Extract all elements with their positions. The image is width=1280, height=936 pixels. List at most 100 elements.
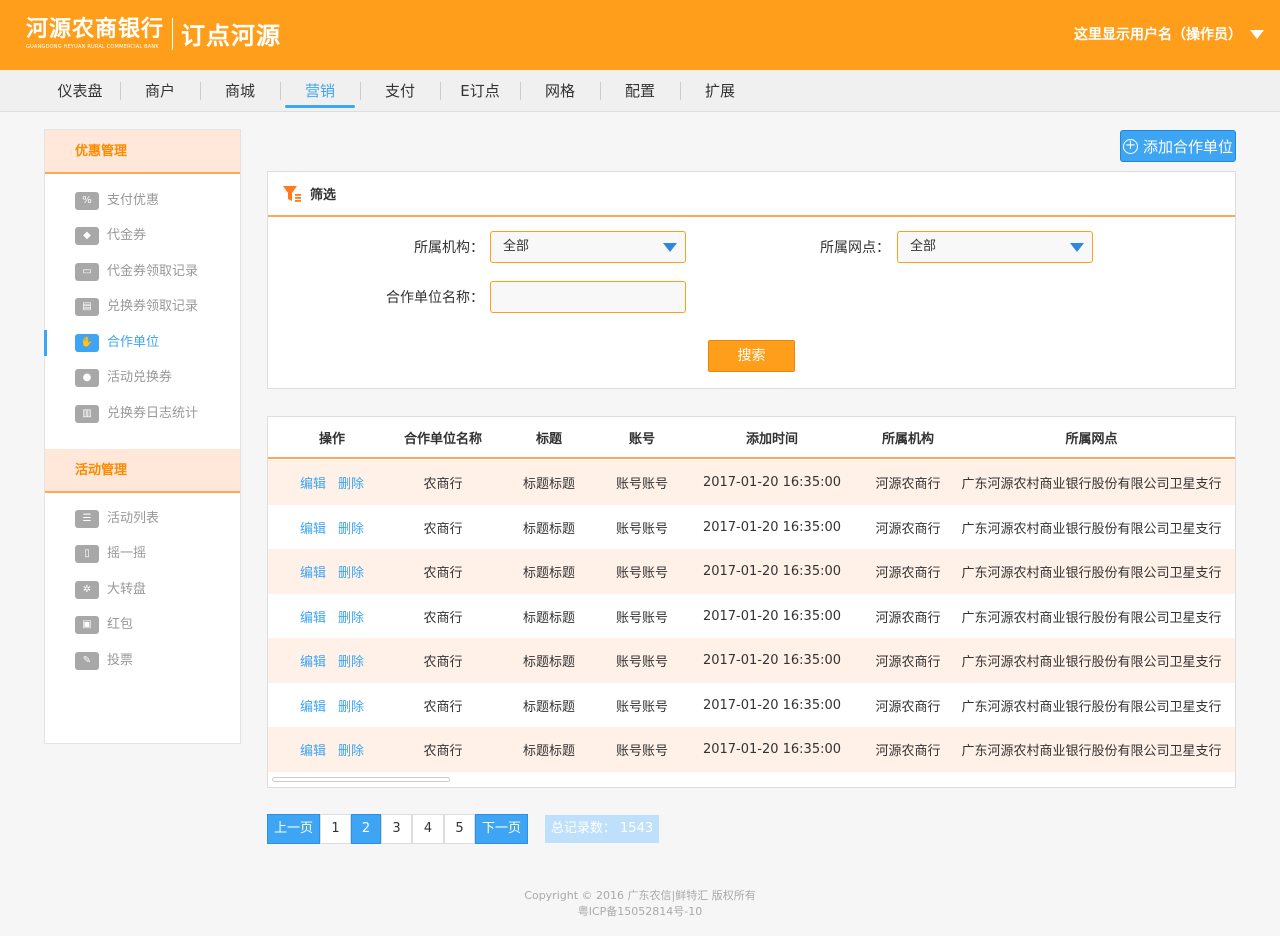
- delete-link[interactable]: 删除: [338, 700, 364, 715]
- row-actions: 编辑 删除: [268, 518, 396, 537]
- footer: Copyright © 2016 广东农信|鲜特汇 版权所有 粤ICP备1505…: [0, 888, 1280, 920]
- page-4-button[interactable]: 4: [412, 814, 444, 844]
- branch-label: 所属网点：: [820, 240, 890, 256]
- edit-link[interactable]: 编辑: [300, 477, 326, 492]
- search-button[interactable]: 搜索: [708, 340, 795, 372]
- coupon-icon: ●: [75, 369, 99, 387]
- page-3-button[interactable]: 3: [381, 814, 412, 844]
- org-select[interactable]: 全部: [490, 231, 686, 263]
- col-header-branch[interactable]: 所属网点: [948, 428, 1235, 447]
- edit-link[interactable]: 编辑: [300, 744, 326, 759]
- nav-item-payment[interactable]: 支付: [360, 70, 440, 112]
- edit-link[interactable]: 编辑: [300, 700, 326, 715]
- page-5-button[interactable]: 5: [444, 814, 475, 844]
- red-packet-icon: ▣: [75, 616, 99, 634]
- cell-branch: 广东河源农村商业银行股份有限公司卫星支行: [961, 477, 1222, 492]
- row-actions: 编辑 删除: [268, 473, 396, 492]
- col-header-partner-name[interactable]: 合作单位名称: [396, 428, 490, 447]
- delete-link[interactable]: 删除: [338, 655, 364, 670]
- sidebar-item-activity-list[interactable]: ☰ 活动列表: [45, 504, 240, 534]
- sidebar-item-coupon-stats[interactable]: ▥ 兑换券日志统计: [45, 399, 240, 429]
- edit-link[interactable]: 编辑: [300, 611, 326, 626]
- partner-name-label: 合作单位名称：: [386, 290, 484, 306]
- cell-account: 账号账号: [615, 655, 668, 670]
- col-header-org[interactable]: 所属机构: [868, 428, 948, 447]
- col-header-actions: 操作: [318, 431, 345, 447]
- sidebar-item-label: 摇一摇: [107, 546, 147, 561]
- cell-partner-name: 农商行: [423, 610, 463, 626]
- cell-branch: 广东河源农村商业银行股份有限公司卫星支行: [961, 744, 1222, 759]
- cell-title: 标题标题: [522, 566, 575, 581]
- cell-added-time: 2017-01-20 16:35:00: [702, 475, 842, 490]
- partner-name-input[interactable]: [490, 281, 686, 313]
- sidebar-item-label: 兑换券日志统计: [107, 406, 199, 421]
- cell-org: 河源农商行: [875, 521, 941, 537]
- sidebar-item-label: 投票: [107, 653, 134, 668]
- edit-link[interactable]: 编辑: [300, 522, 326, 537]
- page-1-button[interactable]: 1: [320, 814, 351, 844]
- next-page-button[interactable]: 下一页: [475, 814, 528, 844]
- funnel-icon: [283, 185, 301, 202]
- sidebar-item-voucher[interactable]: ◆ 代金券: [45, 221, 240, 251]
- logo-bank-english: GUANGDONG HEYUAN RURAL COMMERCIAL BANK: [26, 44, 159, 50]
- nav-item-e-order[interactable]: E订点: [440, 70, 520, 112]
- cell-org: 河源农商行: [875, 744, 941, 759]
- sidebar-item-label: 支付优惠: [107, 193, 160, 208]
- delete-link[interactable]: 删除: [338, 744, 364, 759]
- sidebar-section-discount[interactable]: 优惠管理: [45, 130, 240, 174]
- add-partner-label: 添加合作单位: [1142, 137, 1233, 156]
- cell-branch: 广东河源农村商业银行股份有限公司卫星支行: [961, 566, 1222, 581]
- col-header-title[interactable]: 标题: [490, 428, 608, 447]
- sidebar-item-voucher-records[interactable]: ▭ 代金券领取记录: [45, 257, 240, 287]
- sidebar-item-payment-discount[interactable]: % 支付优惠: [45, 186, 240, 216]
- sidebar-item-exchange-records[interactable]: ▤ 兑换券领取记录: [45, 292, 240, 322]
- delete-link[interactable]: 删除: [338, 611, 364, 626]
- nav-item-dashboard[interactable]: 仪表盘: [40, 70, 120, 112]
- sidebar-item-partners[interactable]: ✋ 合作单位: [44, 328, 240, 358]
- add-partner-button[interactable]: + 添加合作单位: [1120, 130, 1236, 162]
- sidebar-item-red-packet[interactable]: ▣ 红包: [45, 610, 240, 640]
- nav-item-extension[interactable]: 扩展: [680, 70, 760, 112]
- nav-item-merchant[interactable]: 商户: [120, 70, 200, 112]
- branch-select[interactable]: 全部: [897, 231, 1093, 263]
- logo-product-name: 订点河源: [181, 22, 282, 50]
- percent-icon: %: [75, 192, 99, 210]
- sidebar-item-label: 代金券: [107, 228, 147, 243]
- delete-link[interactable]: 删除: [338, 477, 364, 492]
- cell-added-time: 2017-01-20 16:35:00: [702, 653, 842, 668]
- table-row: 编辑 删除 农商行 标题标题 账号账号 2017-01-20 16:35:00 河源农商行 广…: [268, 505, 1235, 550]
- dropdown-arrow-icon: [663, 243, 677, 252]
- nav-item-marketing[interactable]: 营销: [280, 70, 360, 112]
- handshake-icon: ✋: [75, 334, 99, 352]
- edit-link[interactable]: 编辑: [300, 655, 326, 670]
- edit-link[interactable]: 编辑: [300, 566, 326, 581]
- ticket-icon: ▭: [75, 263, 99, 281]
- row-actions: 编辑 删除: [268, 651, 396, 670]
- nav-item-mall[interactable]: 商城: [200, 70, 280, 112]
- sidebar-item-activity-coupon[interactable]: ● 活动兑换券: [45, 363, 240, 393]
- cell-partner-name: 农商行: [423, 521, 463, 537]
- table-row: 编辑 删除 农商行 标题标题 账号账号 2017-01-20 16:35:00 河源农商行 广…: [268, 460, 1235, 505]
- user-menu[interactable]: 这里显示用户名（操作员）: [1074, 24, 1264, 44]
- caret-down-icon: [1250, 29, 1264, 39]
- col-header-account[interactable]: 账号: [608, 428, 676, 447]
- username-label: 这里显示用户名（操作员）: [1074, 27, 1242, 43]
- delete-link[interactable]: 删除: [338, 522, 364, 537]
- cell-partner-name: 农商行: [423, 655, 463, 670]
- page-2-button[interactable]: 2: [351, 814, 381, 844]
- sidebar-section-activity[interactable]: 活动管理: [45, 449, 240, 493]
- horizontal-scrollbar[interactable]: [272, 777, 450, 782]
- cell-branch: 广东河源农村商业银行股份有限公司卫星支行: [961, 655, 1222, 670]
- col-header-added-time[interactable]: 添加时间: [676, 428, 868, 447]
- sidebar-item-vote[interactable]: ✎ 投票: [45, 646, 240, 676]
- sidebar-item-wheel[interactable]: ✲ 大转盘: [45, 575, 240, 605]
- delete-link[interactable]: 删除: [338, 566, 364, 581]
- bank-logo[interactable]: 河源农商银行 GUANGDONG HEYUAN RURAL COMMERCIAL…: [26, 16, 281, 51]
- dropdown-arrow-icon: [1070, 243, 1084, 252]
- sidebar-item-label: 红包: [107, 617, 134, 632]
- nav-item-grid[interactable]: 网格: [520, 70, 600, 112]
- prev-page-button[interactable]: 上一页: [267, 814, 320, 844]
- sidebar-item-shake[interactable]: ▯ 摇一摇: [45, 539, 240, 569]
- cell-account: 账号账号: [615, 699, 668, 715]
- nav-item-config[interactable]: 配置: [600, 70, 680, 112]
